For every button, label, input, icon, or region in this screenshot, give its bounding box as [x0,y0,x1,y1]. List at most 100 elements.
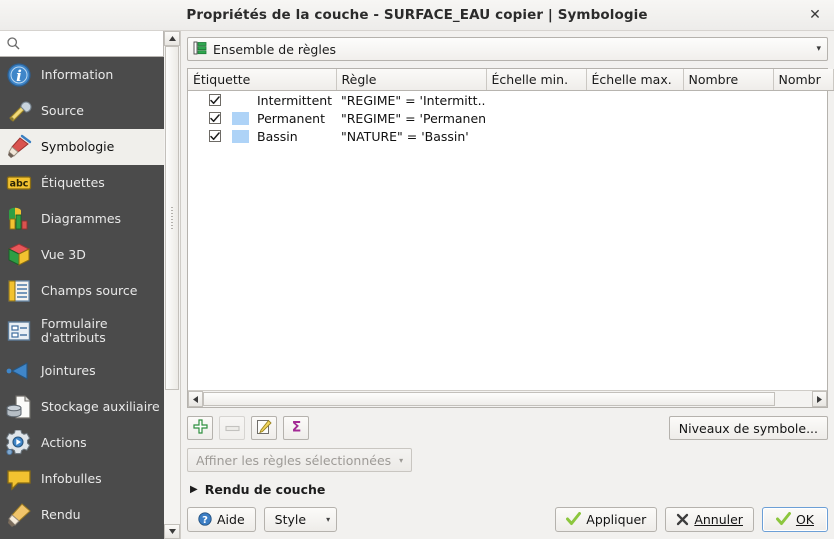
rules-table-header-row: Étiquette Règle Échelle min. Échelle max. No… [188,69,834,91]
column-header[interactable]: Échelle max. [586,69,684,91]
help-label: Aide [217,511,245,527]
sidebar-item-vue-3d[interactable]: Vue 3D [0,237,164,273]
column-header[interactable]: Nombr [773,69,834,91]
actions-gear-icon [6,430,32,456]
scale-max-cell[interactable] [586,127,683,145]
sidebar-item-label: Stockage auxiliaire [41,399,160,414]
refine-selected-rules-button[interactable]: Affiner les règles sélectionnées ▾ [187,448,413,472]
rule-symbol-swatch[interactable] [232,94,249,107]
scale-min-cell[interactable] [486,109,586,127]
count-duplicates-cell[interactable] [773,109,833,127]
column-header[interactable]: Règle [336,69,487,91]
rule-checkbox[interactable] [209,94,221,106]
table-row[interactable]: Bassin "NATURE" = 'Bassin' [188,127,833,145]
sidebar-item-label: Jointures [41,363,96,378]
chevron-down-icon: ▾ [399,455,404,465]
rules-table-rows: Intermittent "REGIME" = 'Intermitt... Perm… [188,91,833,146]
checkmark-icon [775,512,791,526]
scale-min-cell[interactable] [486,127,586,145]
rules-toolbar: Σ Niveaux de symbole... [187,415,828,441]
sidebar-item-information[interactable]: i Information [0,57,164,93]
scale-min-cell[interactable] [486,91,586,110]
sidebar-item-label: Infobulles [41,471,102,486]
count-duplicates-cell[interactable] [773,91,833,110]
rule-label-cell[interactable]: Permanent [188,109,336,127]
symbology-brush-icon [6,134,32,160]
svg-text:Σ: Σ [291,420,301,435]
horizontal-scroll-thumb[interactable] [203,392,776,406]
rule-expression-cell[interactable]: "NATURE" = 'Bassin' [336,127,486,145]
column-header[interactable]: Échelle min. [486,69,587,91]
sidebar-item-actions[interactable]: Actions [0,425,164,461]
apply-button[interactable]: Appliquer [555,506,658,532]
sidebar-item-champs-source[interactable]: Champs source [0,273,164,309]
sidebar-item-diagrammes[interactable]: Diagrammes [0,201,164,237]
column-header[interactable]: Nombre [683,69,774,91]
add-rule-button[interactable] [187,416,213,440]
rules-table: Étiquette Règle Échelle min. Échelle max. No… [188,69,834,145]
apply-label: Appliquer [586,511,647,527]
source-fields-icon [6,278,32,304]
sidebar-item-label: Symbologie [41,139,115,154]
count-cell[interactable] [683,109,773,127]
style-button[interactable]: Style ▾ [263,506,338,532]
scroll-right-icon[interactable] [812,391,827,407]
close-icon[interactable]: ✕ [804,4,826,26]
rule-expression-cell[interactable]: "REGIME" = 'Permanent' [336,109,486,127]
scale-max-cell[interactable] [586,91,683,110]
window-title: Propriétés de la couche - SURFACE_EAU co… [186,7,648,23]
layer-rendering-section[interactable]: ▶ Rendu de couche [187,481,828,498]
count-duplicates-cell[interactable] [773,127,833,145]
scale-max-cell[interactable] [586,109,683,127]
sidebar-item-jointures[interactable]: Jointures [0,353,164,389]
sidebar-item-source[interactable]: Source [0,93,164,129]
rule-symbol-swatch[interactable] [232,111,249,125]
table-row[interactable]: Intermittent "REGIME" = 'Intermitt... [188,91,833,110]
symbology-panel: Ensemble de règles ▾ Étiquette Règle Échel… [181,31,834,539]
sidebar-item-symbologie[interactable]: Symbologie [0,129,164,165]
help-button[interactable]: ? Aide [187,506,256,532]
rule-checkbox[interactable] [209,130,221,142]
sidebar-scroll-track[interactable] [164,46,180,524]
column-header[interactable]: Étiquette [188,69,337,91]
horizontal-scroll-track[interactable] [203,391,812,407]
sidebar-item-label: Formulaire d'attributs [41,316,108,345]
chevron-down-icon[interactable]: ▾ [816,44,821,54]
renderer-type-combobox[interactable]: Ensemble de règles ▾ [187,37,828,61]
sidebar-item-infobulles[interactable]: Infobulles [0,461,164,497]
scroll-left-icon[interactable] [188,391,203,407]
sidebar-scrollbar[interactable] [164,31,181,539]
sidebar-item-label: Source [41,103,84,118]
scroll-down-icon[interactable] [164,524,180,539]
scroll-up-icon[interactable] [164,31,180,46]
rule-label-cell[interactable]: Intermittent [188,91,336,110]
sidebar-item-rendu[interactable]: Rendu [0,497,164,533]
rule-symbol-swatch[interactable] [232,129,249,143]
rule-label-cell[interactable]: Bassin [188,127,336,145]
table-row[interactable]: Permanent "REGIME" = 'Permanent' [188,109,833,127]
style-label: Style [274,511,307,527]
edit-rule-button[interactable] [251,416,277,440]
search-input[interactable] [25,35,159,52]
sidebar-item-formulaire-d-attributs[interactable]: Formulaire d'attributs [0,309,164,353]
rules-horizontal-scrollbar[interactable] [188,390,827,407]
remove-minus-icon [224,421,240,436]
sidebar-scroll-thumb[interactable] [165,46,179,391]
rule-expression-cell[interactable]: "REGIME" = 'Intermitt... [336,91,486,110]
chevron-down-icon[interactable]: ▾ [326,515,330,524]
symbol-levels-button[interactable]: Niveaux de symbole... [668,416,828,440]
sidebar-search-box[interactable] [0,31,164,57]
help-question-icon: ? [198,512,212,526]
remove-rule-button[interactable] [219,416,245,440]
ok-button[interactable]: OK [761,506,828,532]
count-cell[interactable] [683,91,773,110]
cancel-button[interactable]: Annuler [665,506,754,532]
count-features-button[interactable]: Σ [283,416,309,440]
sidebar-item-tiquettes[interactable]: abc Étiquettes [0,165,164,201]
sidebar-item-stockage-auxiliaire[interactable]: Stockage auxiliaire [0,389,164,425]
dialog-body: i Information Source Symbologie abc Étiquette… [0,31,834,539]
sigma-count-icon: Σ [289,419,304,437]
expand-triangle-icon[interactable]: ▶ [190,484,198,495]
count-cell[interactable] [683,127,773,145]
rule-checkbox[interactable] [209,112,221,124]
